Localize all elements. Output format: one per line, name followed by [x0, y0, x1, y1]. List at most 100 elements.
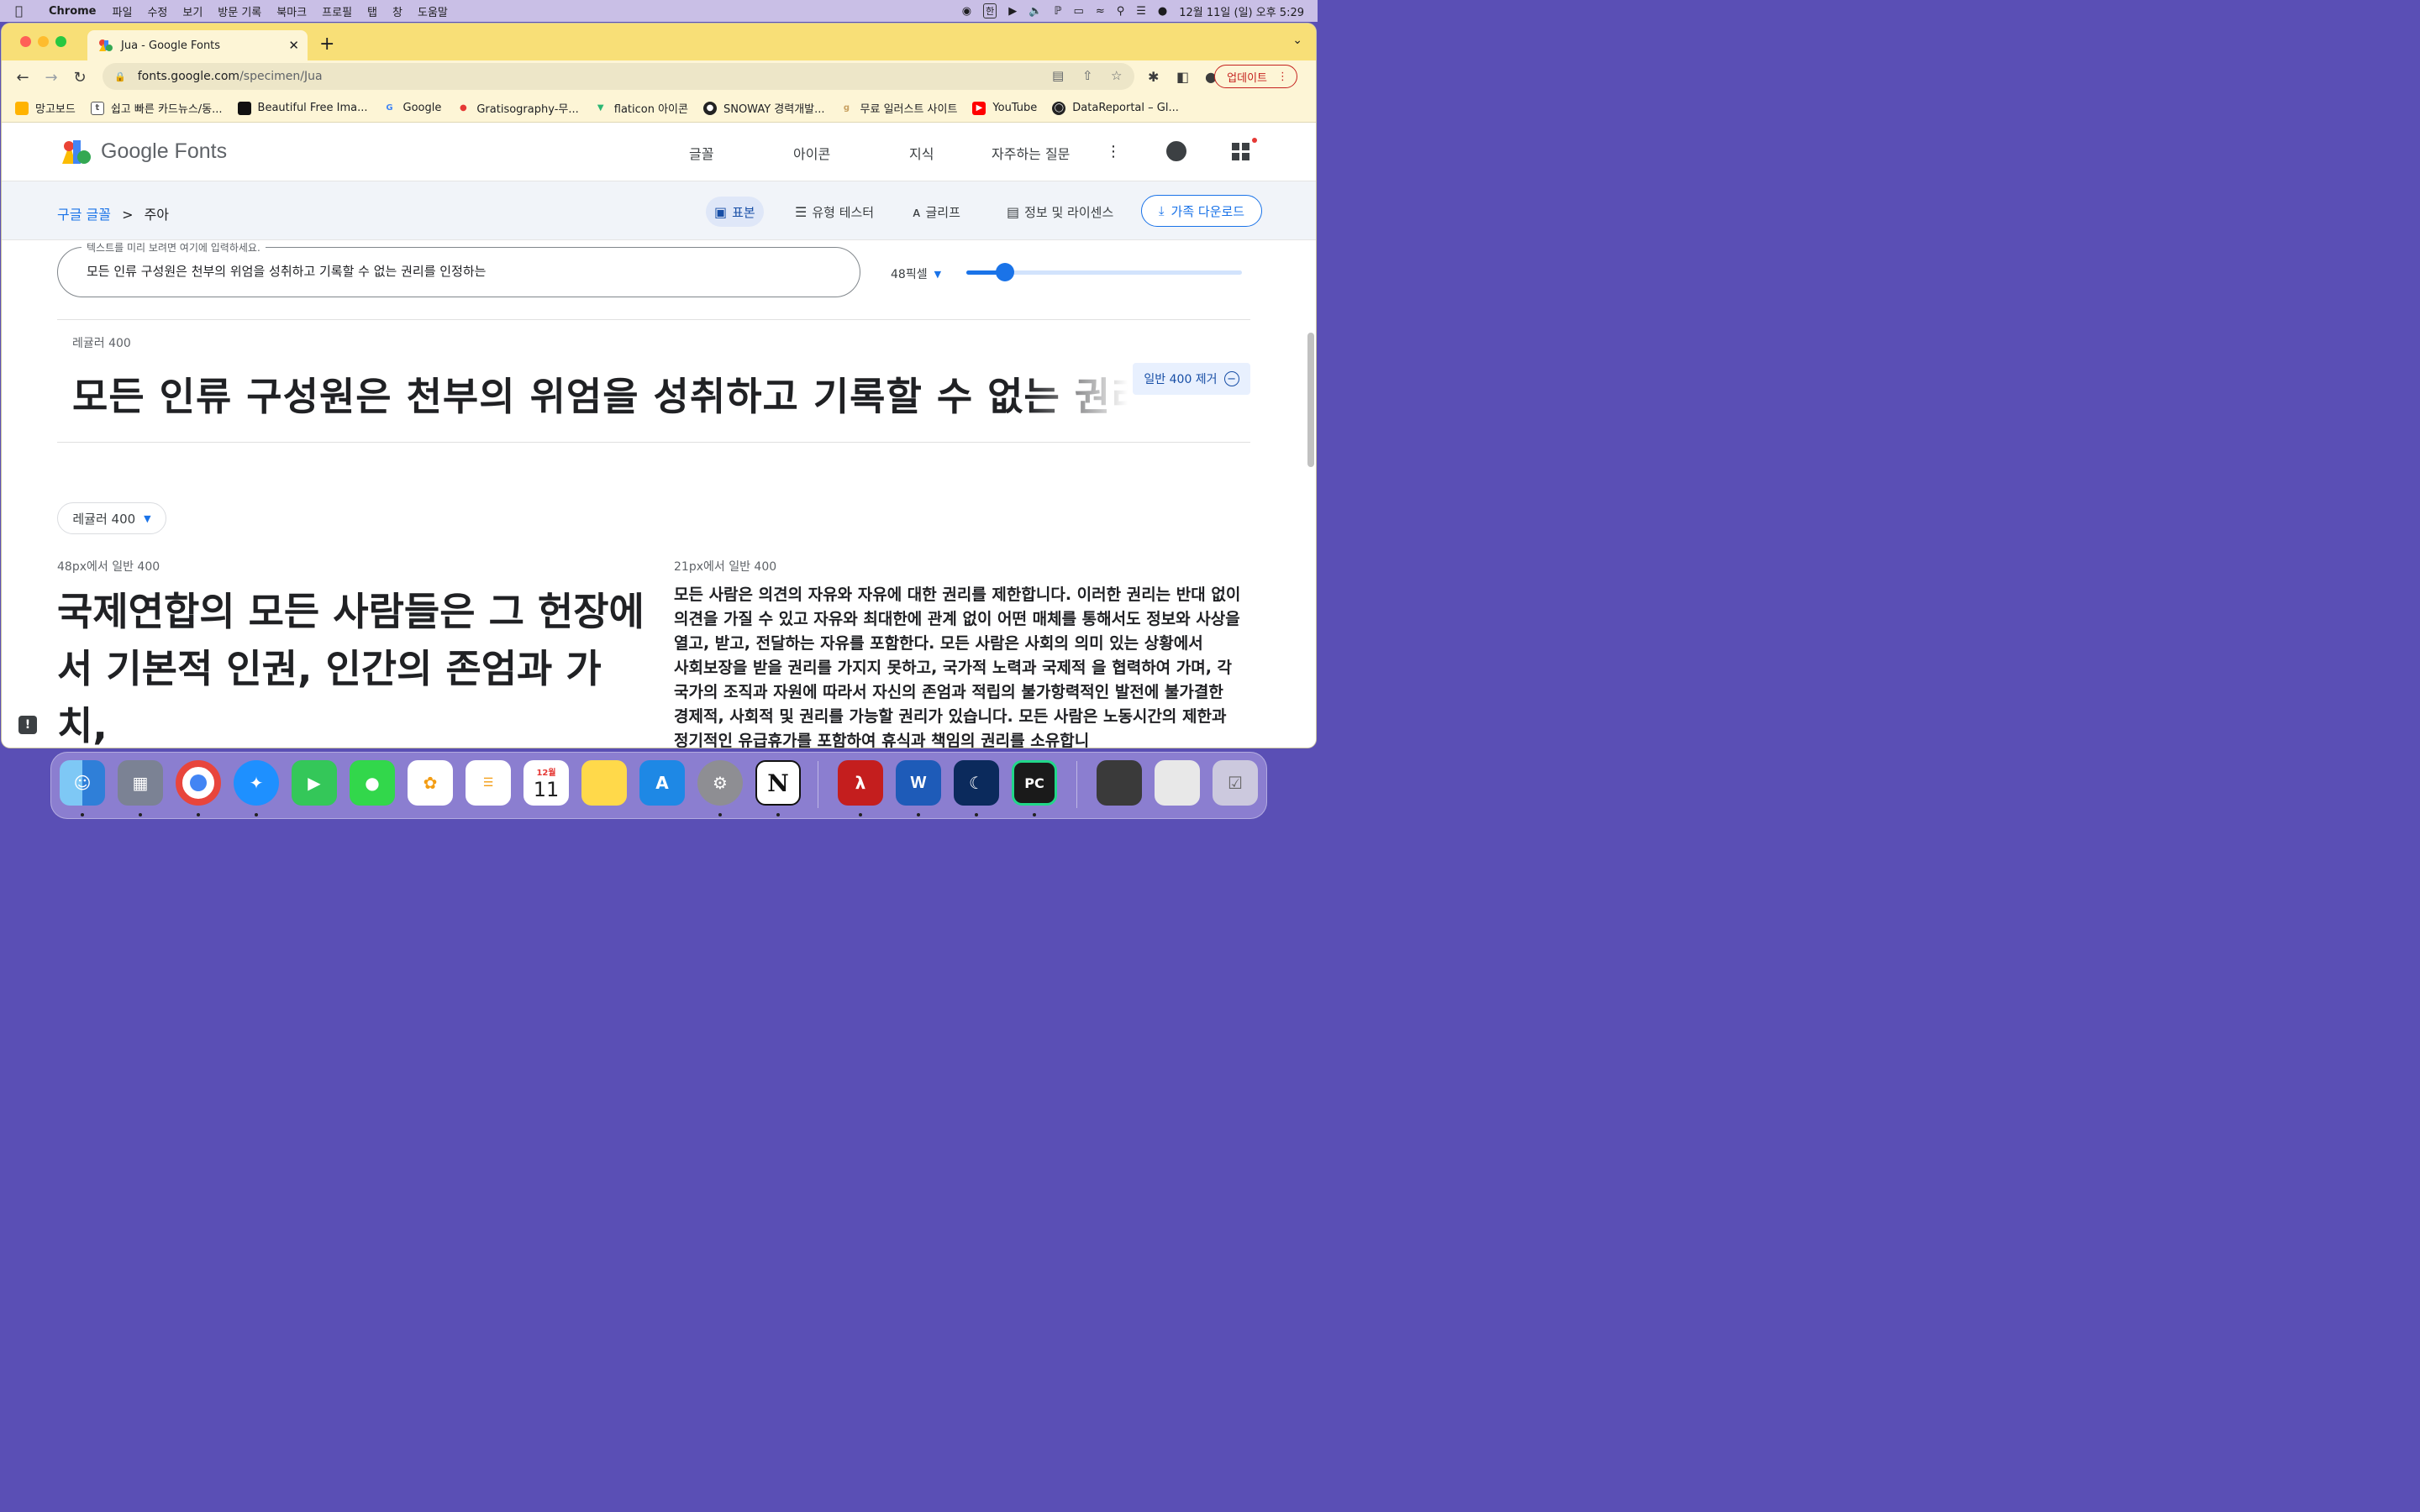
- recent-window-thumbnail[interactable]: [1155, 760, 1200, 806]
- battery-icon[interactable]: ▭: [1074, 5, 1084, 18]
- menu-bookmarks[interactable]: 북마크: [276, 3, 307, 19]
- tab-search-chevron-icon[interactable]: ⌄: [1292, 34, 1302, 47]
- calendar-icon[interactable]: 12월 11: [523, 760, 569, 806]
- more-vert-icon[interactable]: ⋮: [1106, 143, 1121, 160]
- launchpad-icon[interactable]: ▦: [118, 760, 163, 806]
- font-size-select[interactable]: 48픽셀 ▼: [891, 265, 941, 282]
- address-bar[interactable]: 🔒 fonts.google.com /specimen/Jua ▤ ⇧ ☆: [103, 63, 1134, 90]
- menu-tab[interactable]: 탭: [367, 3, 377, 19]
- menu-file[interactable]: 파일: [113, 3, 133, 19]
- chrome-icon[interactable]: [176, 760, 221, 806]
- url-path: /specimen/Jua: [239, 70, 323, 83]
- facetime-icon[interactable]: ▶: [292, 760, 337, 806]
- apps-grid-icon[interactable]: [1232, 138, 1257, 161]
- bluetooth-icon[interactable]: ℙ: [1054, 5, 1061, 18]
- tab-specimen[interactable]: ▣ 표본: [706, 197, 764, 227]
- bookmark-item[interactable]: ▼ flaticon 아이콘: [594, 100, 688, 116]
- font-size-slider[interactable]: [966, 263, 1242, 281]
- app-menu-chrome[interactable]: Chrome: [49, 5, 97, 18]
- nav-fonts[interactable]: 글꼴: [689, 143, 713, 163]
- safari-icon[interactable]: ✦: [234, 760, 279, 806]
- bookmark-item[interactable]: ▶ YouTube: [972, 101, 1037, 115]
- bookmark-item[interactable]: 망고보드: [15, 100, 76, 116]
- feedback-icon[interactable]: !: [18, 716, 37, 734]
- acrobat-icon[interactable]: λ: [838, 760, 883, 806]
- theme-toggle-icon[interactable]: [1166, 141, 1186, 161]
- bookmark-star-icon[interactable]: ☆: [1111, 68, 1122, 83]
- nav-faq[interactable]: 자주하는 질문: [992, 143, 1070, 163]
- bookmark-label: 무료 일러스트 사이트: [860, 103, 958, 116]
- menu-profiles[interactable]: 프로필: [322, 3, 352, 19]
- share-icon[interactable]: ⇧: [1082, 68, 1093, 83]
- creative-cloud-icon[interactable]: ◉: [962, 5, 971, 18]
- photos-icon[interactable]: ✿: [408, 760, 453, 806]
- messages-icon[interactable]: ●: [350, 760, 395, 806]
- left-sample-paragraph: 국제연합의 모든 사람들은 그 헌장에서 기본적 인권, 인간의 존엄과 가치,: [57, 589, 644, 748]
- bookmark-item[interactable]: ● SNOWAY 경력개발...: [702, 100, 825, 116]
- nav-knowledge[interactable]: 지식: [909, 143, 934, 163]
- remove-style-button[interactable]: 일반 400 제거 −: [1133, 363, 1250, 395]
- extensions-icon[interactable]: ✱: [1148, 69, 1159, 85]
- close-tab-icon[interactable]: ✕: [288, 38, 299, 53]
- nav-icons[interactable]: 아이콘: [793, 143, 830, 163]
- close-window-button[interactable]: [20, 36, 31, 47]
- bookmark-item[interactable]: Beautiful Free Ima...: [237, 101, 368, 115]
- menu-history[interactable]: 방문 기록: [218, 3, 261, 19]
- gf-header: Google Fonts 글꼴 아이콘 지식 자주하는 질문 ⋮: [2, 123, 1316, 181]
- update-button[interactable]: 업데이트 ⋮: [1214, 65, 1297, 88]
- spotlight-search-icon[interactable]: ⚲: [1117, 5, 1125, 18]
- tab-about-license[interactable]: ▤ 정보 및 라이센스: [998, 197, 1122, 227]
- preview-text-field[interactable]: 텍스트를 미리 보려면 여기에 입력하세요.: [57, 240, 860, 297]
- bookmark-item[interactable]: ◯ DataReportal – Gl...: [1052, 101, 1179, 115]
- reminders-icon[interactable]: ☰: [466, 760, 511, 806]
- finder-icon[interactable]: ☺: [60, 760, 105, 806]
- whale-browser-icon[interactable]: ☾: [954, 760, 999, 806]
- word-icon[interactable]: W: [896, 760, 941, 806]
- menu-help[interactable]: 도움말: [418, 3, 448, 19]
- zoom-window-button[interactable]: [55, 36, 66, 47]
- breadcrumb-root-link[interactable]: 구글 글꼴: [57, 207, 111, 223]
- notion-icon[interactable]: N: [755, 760, 801, 806]
- menu-window[interactable]: 창: [392, 3, 402, 19]
- bookmark-item[interactable]: g 무료 일러스트 사이트: [840, 100, 958, 116]
- tab-type-tester[interactable]: ☰ 유형 테스터: [786, 197, 882, 227]
- back-icon[interactable]: ←: [8, 69, 37, 87]
- download-family-button[interactable]: ⤓ 가족 다운로드: [1141, 195, 1262, 227]
- media-play-icon[interactable]: ▶: [1008, 5, 1017, 18]
- side-panel-icon[interactable]: ◧: [1176, 69, 1189, 85]
- volume-icon[interactable]: 🔈: [1028, 5, 1042, 18]
- tab-glyphs[interactable]: ᴀ 글리프: [904, 197, 969, 227]
- bookmark-item[interactable]: t 쉽고 빠른 카드뉴스/동...: [90, 100, 223, 116]
- control-center-icon[interactable]: ☰: [1136, 5, 1146, 18]
- preview-text-input[interactable]: [87, 263, 826, 278]
- page-scrollbar[interactable]: [1307, 333, 1314, 467]
- app-store-icon[interactable]: A: [639, 760, 685, 806]
- reload-icon[interactable]: ↻: [66, 69, 94, 87]
- new-tab-icon[interactable]: +: [319, 34, 334, 55]
- wifi-icon[interactable]: ≈: [1096, 5, 1105, 18]
- google-fonts-logo[interactable]: Google Fonts: [62, 139, 227, 164]
- trash-icon[interactable]: ☑: [1213, 760, 1258, 806]
- menubar-clock[interactable]: 12월 11일 (일) 오후 5:29: [1179, 3, 1304, 19]
- pycharm-icon[interactable]: PC: [1012, 760, 1057, 806]
- weight-dropdown[interactable]: 레귤러 400 ▼: [57, 502, 166, 534]
- minimize-window-button[interactable]: [38, 36, 49, 47]
- bookmark-item[interactable]: G Google: [383, 102, 441, 115]
- menu-view[interactable]: 보기: [182, 3, 203, 19]
- system-settings-icon[interactable]: ⚙: [697, 760, 743, 806]
- apple-menu-icon[interactable]: : [15, 3, 34, 18]
- left-sample-label: 48px에서 일반 400: [57, 560, 160, 574]
- input-source-icon[interactable]: 한: [983, 3, 997, 18]
- notes-icon[interactable]: [581, 760, 627, 806]
- running-indicator: [917, 813, 920, 816]
- menu-edit[interactable]: 수정: [147, 3, 167, 19]
- lock-icon[interactable]: 🔒: [114, 71, 126, 82]
- active-tab[interactable]: Jua - Google Fonts ✕: [87, 30, 308, 60]
- slider-thumb[interactable]: [995, 263, 1014, 281]
- siri-icon[interactable]: ●: [1158, 5, 1167, 18]
- translate-icon[interactable]: ▤: [1052, 68, 1064, 83]
- downloads-stack-icon[interactable]: [1097, 760, 1142, 806]
- google-fonts-favicon-icon: [99, 39, 113, 51]
- forward-icon[interactable]: →: [37, 69, 66, 87]
- bookmark-item[interactable]: ● Gratisography-무...: [456, 100, 579, 116]
